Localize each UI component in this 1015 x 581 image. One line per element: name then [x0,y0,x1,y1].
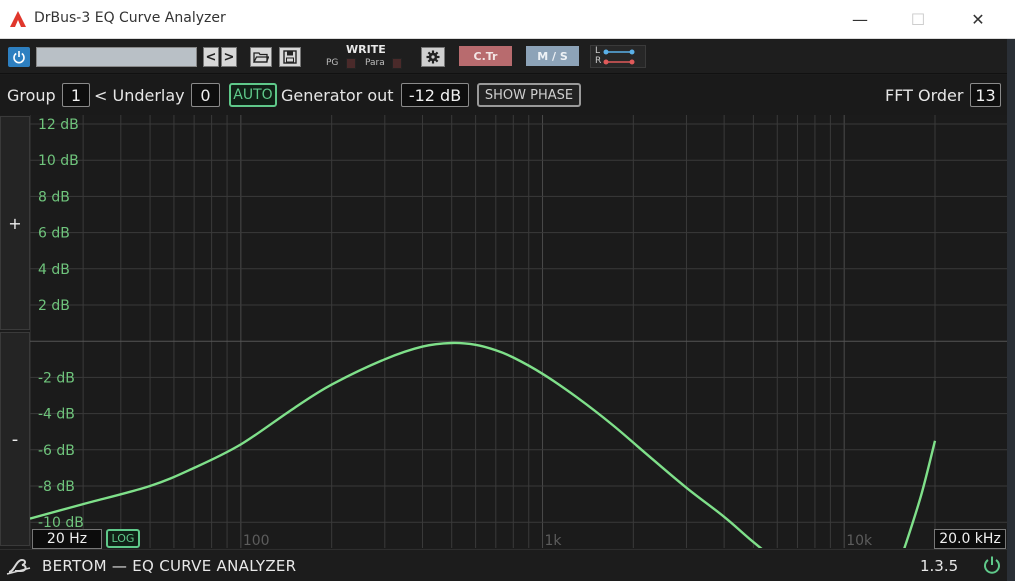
gain-tick-label: 8 dB [38,189,70,205]
version-label: 1.3.5 [920,557,959,575]
plugin-window: DrBus-3 EQ Curve Analyzer — ☐ ✕ < > WRIT… [0,0,1015,581]
gear-icon [426,50,440,64]
next-preset-button[interactable]: > [221,47,237,67]
brand-label: BERTOM — EQ CURVE ANALYZER [42,557,297,575]
plus-label: + [8,213,22,233]
save-preset-button[interactable] [279,47,301,67]
frequency-tick-label: 10k [846,533,873,548]
underlay-value-field[interactable]: 0 [191,83,220,107]
window-title: DrBus-3 EQ Curve Analyzer [34,10,226,26]
power-icon [13,51,25,64]
graph-background [30,115,1007,548]
gain-tick-label: 10 dB [38,153,79,169]
bypass-button[interactable] [8,47,30,67]
generator-out-field[interactable]: -12 dB [401,83,469,107]
bertom-logo-icon [6,558,31,575]
gain-tick-label: 12 dB [38,117,79,133]
gain-tick-label: -4 dB [38,407,75,423]
plugin-toolbar: < > WRITE PG Para C.Tr M / S L R [0,40,1007,74]
group-value-field[interactable]: 1 [62,83,90,107]
fft-order-label: FFT Order [885,86,964,105]
mid-side-button[interactable]: M / S [526,46,579,66]
routing-icon [603,49,635,65]
low-frequency-field[interactable]: 20 Hz [32,529,102,549]
close-icon: ✕ [971,10,985,29]
footer-bar: BERTOM — EQ CURVE ANALYZER 1.3.5 [0,549,1007,581]
analyzer-controls-row: Group 1 < Underlay 0 AUTO Generator out … [0,75,1007,115]
open-preset-button[interactable] [250,47,272,67]
channel-routing-widget[interactable]: L R [590,45,646,68]
ctr-button[interactable]: C.Tr [459,46,512,66]
frequency-tick-label: 1k [545,533,563,548]
high-frequency-field[interactable]: 20.0 kHz [934,529,1006,549]
group-label: Group [7,86,56,105]
zoom-out-button[interactable]: - [0,332,30,546]
gain-tick-label: 4 dB [38,262,70,278]
chevron-right-icon: > [223,49,235,65]
preset-name-field[interactable] [36,47,197,67]
save-icon [283,50,297,64]
pg-toggle[interactable] [346,58,356,69]
frequency-tick-label: 100 [243,533,270,548]
chevron-left-icon: < [205,49,217,65]
para-toggle[interactable] [392,58,402,69]
gain-tick-label: -2 dB [38,370,75,386]
app-logo-icon [10,11,26,27]
zoom-in-button[interactable]: + [0,116,30,330]
write-label: WRITE [346,43,386,56]
close-button[interactable]: ✕ [955,0,1001,39]
minus-label: - [11,428,19,450]
gain-tick-label: 2 dB [38,298,70,314]
gain-tick-label: -6 dB [38,443,75,459]
underlay-label: < Underlay [94,86,185,105]
gain-tick-label: 6 dB [38,226,70,242]
maximize-icon: ☐ [910,10,926,29]
pg-label: PG [326,58,339,68]
host-background-strip [1007,39,1015,581]
folder-open-icon [253,52,269,63]
minimize-button[interactable]: — [837,0,883,39]
show-phase-button[interactable]: SHOW PHASE [477,83,581,107]
gain-tick-label: -8 dB [38,479,75,495]
generator-out-label: Generator out [281,86,394,105]
minimize-icon: — [852,10,868,29]
eq-curve-graph[interactable]: 12 dB 10 dB 8 dB 6 dB 4 dB 2 dB -2 dB -4 dB -6 d… [30,115,1007,548]
settings-button[interactable] [421,47,445,67]
para-label: Para [365,58,385,68]
fft-order-field[interactable]: 13 [970,83,1001,107]
power-icon[interactable] [982,555,1002,575]
prev-preset-button[interactable]: < [203,47,219,67]
maximize-button[interactable]: ☐ [895,0,941,39]
auto-button[interactable]: AUTO [229,83,277,107]
title-bar: DrBus-3 EQ Curve Analyzer — ☐ ✕ [0,0,1015,39]
log-scale-button[interactable]: LOG [106,529,140,548]
